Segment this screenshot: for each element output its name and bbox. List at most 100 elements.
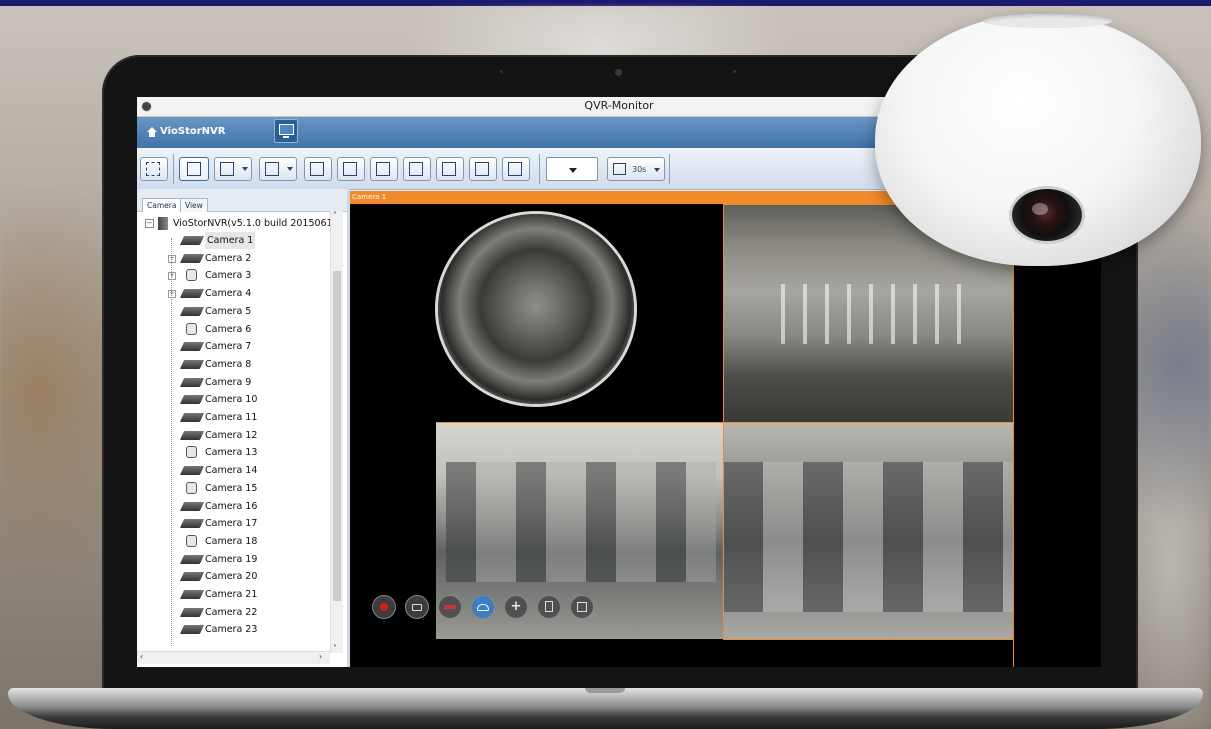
layout-6-button[interactable] (337, 157, 365, 181)
expand-icon[interactable]: + (168, 290, 176, 299)
layout-3-icon (265, 162, 279, 176)
camera-tree: − VioStorNVR(v5.1.0 build 2015061( Camera… (137, 213, 342, 653)
toolbar-separator (539, 154, 540, 184)
tree-camera-item[interactable]: Camera 14 (137, 462, 327, 479)
video-controls (372, 595, 594, 621)
snapshot-button[interactable] (405, 595, 429, 619)
info-button[interactable] (537, 595, 561, 619)
bullet-camera-icon (179, 554, 205, 564)
tree-camera-item[interactable]: Camera 19 (137, 551, 327, 568)
tree-camera-item[interactable]: Camera 1 (137, 232, 327, 249)
audio-button[interactable] (438, 595, 462, 619)
tree-camera-item[interactable]: Camera 18 (137, 533, 327, 550)
tree-camera-item[interactable]: Camera 5 (137, 303, 327, 320)
brand-label: VioStorNVR (160, 126, 226, 137)
scroll-right-icon[interactable]: › (319, 652, 322, 661)
tree-camera-label: Camera 17 (205, 518, 258, 530)
tree-camera-item[interactable]: + Camera 2 (137, 250, 327, 267)
bullet-camera-icon (179, 430, 205, 440)
tree-camera-label: Camera 8 (205, 358, 252, 370)
tree-camera-item[interactable]: Camera 6 (137, 321, 327, 338)
fisheye-camera-product (875, 14, 1201, 266)
tree-camera-label: Camera 21 (205, 589, 258, 600)
bullet-camera-icon (179, 359, 205, 369)
laptop-base-notch (585, 688, 625, 693)
tree-camera-item[interactable]: + Camera 3 (137, 267, 327, 284)
layout-button[interactable] (570, 595, 594, 619)
layout-3-button[interactable] (259, 157, 297, 181)
layout-9-button[interactable] (403, 157, 431, 181)
tree-camera-item[interactable]: Camera 16 (137, 498, 327, 515)
tree-camera-item[interactable]: Camera 8 (137, 356, 327, 373)
record-button[interactable] (372, 595, 396, 619)
tree-camera-item[interactable]: Camera 12 (137, 427, 327, 444)
tree-camera-item[interactable]: Camera 20 (137, 568, 327, 585)
scroll-thumb[interactable] (333, 271, 341, 601)
layout-4-button[interactable] (304, 157, 332, 181)
monitor-icon[interactable] (274, 119, 298, 143)
scroll-left-icon[interactable]: ‹ (140, 652, 143, 661)
tree-camera-item[interactable]: Camera 23 (137, 621, 327, 638)
tree-camera-item[interactable]: Camera 21 (137, 586, 327, 603)
tab-view[interactable]: View (180, 198, 208, 212)
tree-camera-item[interactable]: Camera 13 (137, 444, 327, 461)
tab-camera[interactable]: Camera (142, 198, 182, 212)
layout-10-icon (442, 162, 456, 176)
tree-hscrollbar[interactable]: ‹ › (137, 651, 330, 664)
layout-8-button[interactable] (370, 157, 398, 181)
bullet-camera-icon (179, 590, 205, 599)
brand-link[interactable]: VioStorNVR (147, 126, 225, 137)
tree-camera-label: Camera 19 (205, 553, 258, 565)
tree-scrollbar[interactable]: ˄ ˅ (330, 211, 343, 653)
bullet-camera-icon (179, 236, 205, 245)
layout-1-icon (187, 162, 201, 176)
fisheye-view-tile[interactable] (350, 204, 723, 422)
tree-camera-item[interactable]: + Camera 4 (137, 285, 327, 302)
tree-camera-item[interactable]: Camera 9 (137, 374, 327, 391)
tree-camera-label: Camera 18 (205, 535, 258, 547)
scroll-down-icon[interactable]: ˅ (333, 644, 337, 653)
tree-root[interactable]: − VioStorNVR(v5.1.0 build 2015061( (145, 215, 336, 232)
tree-camera-label: Camera 12 (205, 429, 258, 441)
dome-camera-icon (186, 322, 197, 335)
tile-divider (436, 422, 1012, 423)
view-select[interactable] (546, 157, 598, 181)
ptz-button[interactable] (504, 595, 528, 619)
chevron-down-icon (654, 168, 660, 172)
sequence-button[interactable]: 30s (607, 157, 665, 181)
laptop-webcam (615, 69, 622, 76)
tree-camera-label: Camera 20 (205, 571, 258, 583)
layout-9-icon (409, 162, 423, 176)
collapse-icon[interactable]: − (145, 219, 154, 228)
nvr-icon (158, 217, 168, 230)
layout-12-button[interactable] (469, 157, 497, 181)
tree-camera-item[interactable]: Camera 10 (137, 391, 327, 408)
home-icon (147, 127, 157, 137)
tree-camera-item[interactable]: Camera 17 (137, 515, 327, 532)
tree-camera-item[interactable]: Camera 22 (137, 604, 327, 621)
fullscreen-button[interactable] (140, 157, 168, 181)
bullet-camera-icon (179, 413, 205, 422)
tree-camera-item[interactable]: Camera 15 (137, 480, 327, 497)
layout-1-button[interactable] (179, 157, 209, 181)
toolbar-separator (173, 154, 174, 184)
tree-camera-item[interactable]: Camera 7 (137, 338, 327, 355)
sidebar: Camera View − VioStorNVR(v5.1.0 build 201… (137, 189, 350, 667)
tree-camera-label: Camera 5 (205, 305, 252, 317)
layout-10-button[interactable] (436, 157, 464, 181)
layout-2-button[interactable] (214, 157, 252, 181)
sidebar-tabs: Camera View (137, 189, 347, 212)
tree-camera-label: Camera 10 (205, 394, 258, 406)
camera-dome-rim (983, 14, 1113, 28)
tree-camera-label: Camera 2 (205, 252, 252, 264)
bullet-camera-icon (179, 253, 205, 263)
scroll-up-icon[interactable]: ˄ (333, 211, 337, 220)
fisheye-dewarp-button[interactable] (471, 595, 495, 619)
tree-camera-label: Camera 22 (205, 606, 258, 618)
layout-16-button[interactable] (502, 157, 530, 181)
tree-camera-label: Camera 6 (205, 323, 252, 335)
expand-icon[interactable]: + (168, 272, 176, 281)
dome-camera-icon (186, 269, 197, 282)
expand-icon[interactable]: + (168, 254, 176, 263)
tree-camera-item[interactable]: Camera 11 (137, 409, 327, 426)
